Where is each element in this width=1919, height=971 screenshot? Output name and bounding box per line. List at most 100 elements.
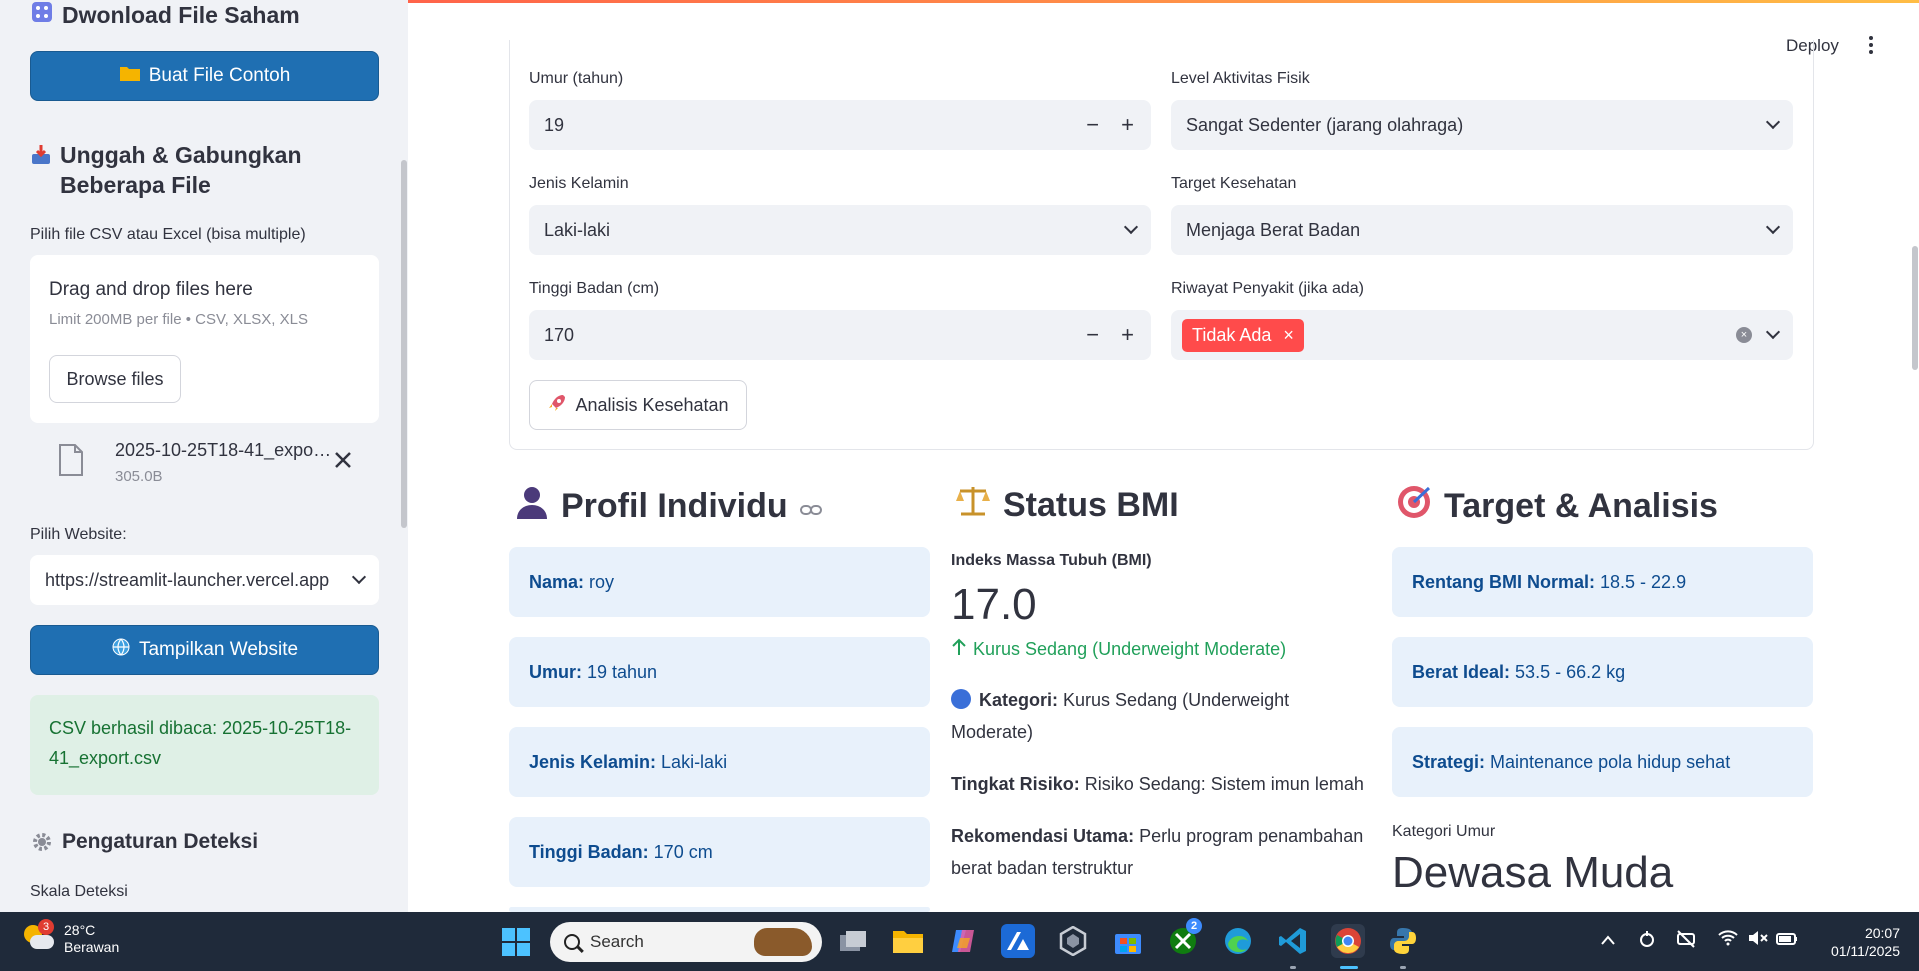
bmi-title: Status BMI	[1003, 486, 1179, 524]
chevron-up-icon[interactable]	[1600, 930, 1616, 951]
tinggi-input[interactable]: 170 − +	[529, 310, 1151, 360]
uploaded-file-row: 2025-10-25T18-41_export.csv 305.0B	[30, 434, 379, 494]
weather-badge: 3	[38, 919, 54, 935]
kategori-umur-value: Dewasa Muda	[1392, 848, 1674, 897]
xbox-icon[interactable]: 2	[1166, 918, 1202, 958]
success-alert: CSV berhasil dibaca: 2025-10-25T18-41_ex…	[30, 695, 379, 795]
xbox-badge: 2	[1186, 918, 1202, 934]
bmi-metric-value: 17.0	[951, 580, 1037, 629]
profil-tinggi-badan: Tinggi Badan: 170 cm	[509, 817, 930, 887]
file-explorer-icon[interactable]	[891, 924, 925, 958]
dice-icon	[30, 0, 54, 24]
download-header: Dwonload File Saham	[30, 0, 300, 30]
chevron-down-icon	[1765, 219, 1781, 235]
kelamin-select[interactable]: Laki-laki	[529, 205, 1151, 255]
more-options-icon[interactable]	[1868, 36, 1874, 56]
dropzone-title: Drag and drop files here	[49, 279, 253, 300]
clock[interactable]: 20:07 01/11/2025	[1810, 924, 1900, 960]
windows-start-icon[interactable]	[502, 928, 530, 956]
clear-icon[interactable]: ×	[1736, 327, 1752, 343]
chevron-down-icon	[351, 569, 367, 585]
weather-desc: Berawan	[64, 939, 120, 955]
inbox-tray-icon	[30, 143, 52, 167]
chevron-down-icon	[1765, 114, 1781, 130]
person-icon	[515, 484, 549, 529]
task-view-icon[interactable]	[836, 924, 870, 958]
kategori-umur-label: Kategori Umur	[1392, 823, 1496, 840]
minus-icon[interactable]: −	[1086, 322, 1099, 348]
python-running-indicator	[1400, 966, 1406, 969]
website-select-value: https://streamlit-launcher.vercel.app	[45, 569, 330, 590]
main-scrollbar[interactable]	[1912, 246, 1918, 370]
plus-icon[interactable]: +	[1121, 322, 1134, 348]
riwayat-multiselect[interactable]: Tidak Ada × ×	[1171, 310, 1793, 360]
search-placeholder: Search	[590, 932, 644, 951]
kelamin-label: Jenis Kelamin	[529, 175, 629, 192]
profil-header: Profil Individu	[515, 484, 822, 529]
target-select[interactable]: Menjaga Berat Badan	[1171, 205, 1793, 255]
python-icon[interactable]	[1386, 924, 1420, 958]
sidebar: Dwonload File Saham Buat File Contoh Ung…	[0, 0, 408, 912]
profil-jenis-kelamin: Jenis Kelamin: Laki-laki	[509, 727, 930, 797]
link-icon[interactable]	[799, 487, 822, 526]
copilot-icon[interactable]	[946, 924, 980, 958]
bmi-kategori: Kategori: Kurus Sedang (Underweight Mode…	[951, 689, 1290, 742]
minus-icon[interactable]: −	[1086, 112, 1099, 138]
tag-remove-icon[interactable]: ×	[1283, 325, 1294, 346]
app-icon-hex[interactable]	[1056, 924, 1090, 958]
globe-icon	[111, 637, 131, 663]
buat-file-contoh-button[interactable]: Buat File Contoh	[30, 51, 379, 101]
close-icon[interactable]	[334, 448, 352, 476]
analisis-kesehatan-label: Analisis Kesehatan	[575, 394, 729, 415]
aktivitas-value: Sangat Sedenter (jarang olahraga)	[1186, 114, 1464, 135]
temperature: 28°C	[64, 922, 96, 938]
sync-icon[interactable]	[1638, 930, 1656, 953]
tampilkan-website-button[interactable]: Tampilkan Website	[30, 625, 379, 675]
vscode-icon[interactable]	[1276, 924, 1310, 958]
clock-date: 01/11/2025	[1830, 943, 1900, 959]
wifi-icon[interactable]	[1718, 930, 1738, 951]
taskbar-search[interactable]: Search	[550, 922, 822, 962]
weather-widget[interactable]: 3 28°C Berawan	[22, 919, 120, 956]
browse-files-button[interactable]: Browse files	[49, 355, 181, 403]
target-strategi: Strategi: Maintenance pola hidup sehat	[1392, 727, 1813, 797]
search-icon	[564, 934, 580, 950]
profil-nama: Nama: roy	[509, 547, 930, 617]
target-value: Menjaga Berat Badan	[1186, 219, 1361, 240]
upload-label: Pilih file CSV atau Excel (bisa multiple…	[30, 226, 306, 243]
microsoft-store-icon[interactable]	[1111, 924, 1145, 958]
aktivitas-label: Level Aktivitas Fisik	[1171, 70, 1310, 87]
tinggi-value: 170	[544, 324, 575, 345]
app-icon-blue[interactable]	[1001, 924, 1035, 958]
success-text: CSV berhasil dibaca: 2025-10-25T18-41_ex…	[49, 718, 352, 768]
edge-icon[interactable]	[1221, 924, 1255, 958]
riwayat-tag-label: Tidak Ada	[1192, 324, 1272, 345]
file-dropzone[interactable]: Drag and drop files here Limit 200MB per…	[30, 255, 379, 423]
analisis-kesehatan-button[interactable]: Analisis Kesehatan	[529, 380, 747, 430]
scales-icon	[955, 484, 991, 527]
bmi-rekomendasi: Rekomendasi Utama: Perlu program penamba…	[951, 826, 1364, 878]
tinggi-label: Tinggi Badan (cm)	[529, 280, 660, 297]
vscode-running-indicator	[1290, 966, 1296, 969]
website-select[interactable]: https://streamlit-launcher.vercel.app	[30, 555, 379, 605]
bmi-metric-delta: Kurus Sedang (Underweight Moderate)	[951, 638, 1286, 661]
aktivitas-select[interactable]: Sangat Sedenter (jarang olahraga)	[1171, 100, 1793, 150]
deteksi-header-text: Pengaturan Deteksi	[62, 830, 259, 853]
target-icon	[1396, 484, 1432, 529]
umur-input[interactable]: 19 − +	[529, 100, 1151, 150]
plus-icon[interactable]: +	[1121, 112, 1134, 138]
volume-muted-icon[interactable]	[1748, 930, 1768, 951]
network-off-icon[interactable]	[1676, 930, 1696, 953]
upload-header-text: Unggah & Gabungkan Beberapa File	[60, 142, 302, 198]
chrome-icon[interactable]	[1331, 924, 1365, 958]
umur-value: 19	[544, 114, 565, 135]
battery-icon[interactable]	[1776, 930, 1798, 951]
riwayat-label: Riwayat Penyakit (jika ada)	[1171, 280, 1364, 297]
upload-header: Unggah & Gabungkan Beberapa File	[30, 140, 370, 200]
clock-time: 20:07	[1864, 925, 1900, 941]
file-size: 305.0B	[115, 468, 163, 485]
riwayat-tag[interactable]: Tidak Ada ×	[1182, 318, 1304, 352]
chrome-active-indicator	[1340, 966, 1358, 969]
profil-title: Profil Individu	[561, 487, 788, 525]
sidebar-scrollbar[interactable]	[401, 160, 407, 528]
